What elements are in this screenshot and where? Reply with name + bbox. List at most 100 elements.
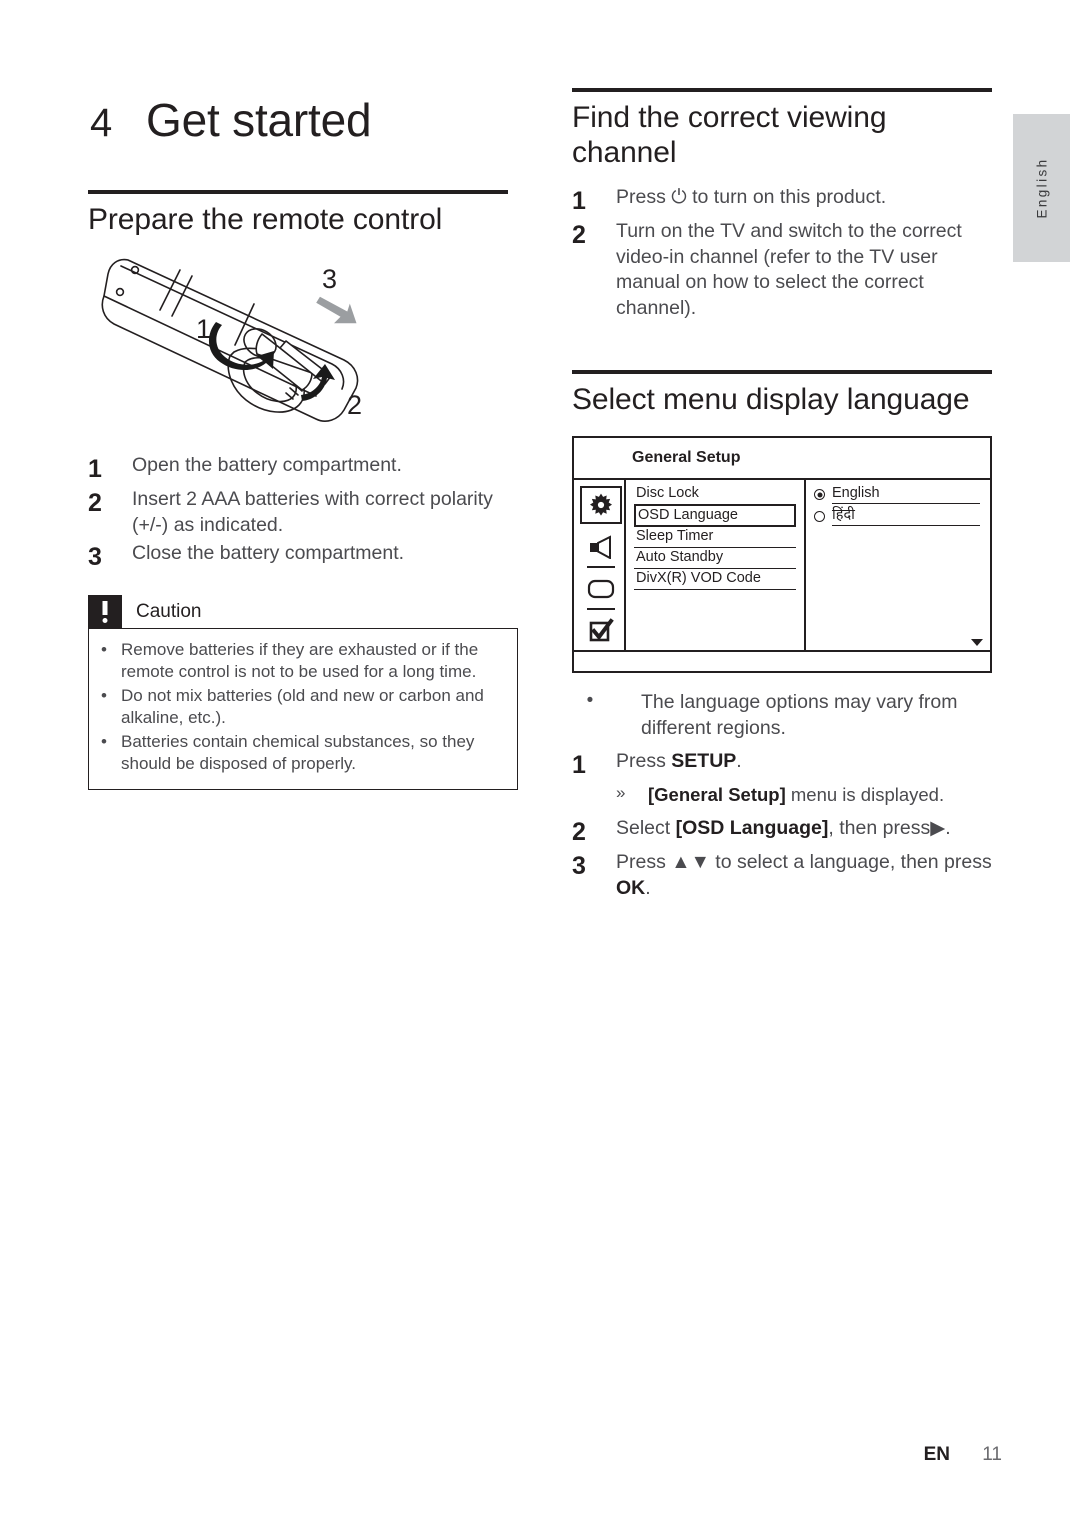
osd-menu-item-disc-lock[interactable]: Disc Lock: [634, 484, 796, 505]
osd-body: Disc Lock OSD Language Sleep Timer Auto …: [574, 480, 990, 651]
caution-list-item: • Do not mix batteries (old and new or c…: [101, 685, 505, 730]
step-text: Open the battery compartment.: [132, 454, 402, 477]
osd-option-label: English: [832, 485, 980, 505]
chevron-down-icon[interactable]: [971, 639, 983, 647]
osd-option-hindi[interactable]: हिंदी: [814, 507, 980, 527]
section-rule: [88, 190, 508, 195]
section-rule: [572, 88, 992, 92]
step-text-bold: [OSD Language]: [675, 817, 829, 840]
step-number: 1: [572, 751, 586, 780]
step-item: 2 Insert 2 AAA batteries with correct po…: [88, 487, 508, 539]
footer-page-number: 11: [982, 1444, 1002, 1465]
step-text-bold: OK: [616, 877, 646, 900]
osd-tab-audio[interactable]: [580, 528, 622, 569]
caution-list: • Remove batteries if they are exhausted…: [101, 639, 505, 776]
osd-menu-item-auto-standby[interactable]: Auto Standby: [634, 548, 796, 570]
exclamation-icon: [88, 594, 122, 629]
step-text: Select [OSD Language], then press▶.: [616, 816, 992, 842]
select-language-heading: Select menu display language: [572, 383, 970, 417]
step-text: Insert 2 AAA batteries with correct pola…: [132, 488, 493, 537]
step-number: 1: [572, 186, 586, 215]
step-number: 2: [88, 489, 102, 518]
bullet-glyph: •: [101, 731, 107, 751]
step-text: Press ▲▼ to select a language, then pres…: [616, 850, 992, 902]
osd-menu-list: Disc Lock OSD Language Sleep Timer Auto …: [626, 480, 806, 651]
chapter-number: 4: [90, 101, 113, 145]
chapter-title: Get started: [146, 94, 372, 146]
step-text-after: .: [645, 877, 651, 900]
osd-menu-screenshot: General Setup Disc Lock OSD Language Sle…: [572, 436, 992, 674]
power-icon: ⏻: [671, 185, 687, 208]
section-rule: [572, 370, 992, 375]
step-number: 2: [572, 818, 586, 847]
osd-tab-video[interactable]: [580, 570, 622, 611]
prepare-remote-heading: Prepare the remote control: [88, 203, 443, 237]
language-note-text: The language options may vary from diffe…: [641, 691, 958, 740]
step-text-after: .: [736, 750, 742, 773]
left-column: 4 Get started Prepare the remote control: [88, 94, 518, 790]
step-text-before: Press: [616, 750, 672, 773]
osd-header-title: General Setup: [574, 438, 990, 481]
language-note: • The language options may vary from dif…: [572, 689, 992, 741]
select-language-steps: 1 Press SETUP.: [572, 749, 992, 781]
page-footer: EN 11: [0, 1444, 1080, 1466]
sub-step-marker: »: [616, 783, 626, 803]
caution-title: Caution: [136, 600, 202, 622]
step-text-before: Press: [616, 185, 672, 208]
select-language-steps-2: 2 Select [OSD Language], then press▶. 3 …: [572, 816, 992, 902]
svg-text:3: 3: [322, 264, 337, 294]
language-tab: English: [1013, 114, 1070, 262]
svg-text:1: 1: [196, 314, 211, 344]
step-item: 2 Turn on the TV and switch to the corre…: [572, 219, 992, 323]
osd-tab-preference[interactable]: [580, 612, 622, 650]
caution-item-text: Batteries contain chemical substances, s…: [121, 731, 475, 774]
step-text-after: to turn on this product.: [686, 185, 887, 208]
step-text: Close the battery compartment.: [132, 541, 405, 564]
footer-language-code: EN: [923, 1444, 950, 1465]
step-text-before: Press ▲▼ to select a language, then pres…: [616, 851, 992, 874]
step-text: Turn on the TV and switch to the correct…: [616, 219, 962, 320]
chapter-heading: 4 Get started: [90, 94, 508, 146]
step-text-before: Select: [616, 817, 676, 840]
step-text: Press ⏻ to turn on this product.: [616, 185, 992, 211]
right-column: Find the correct viewing channel 1 Press…: [572, 88, 992, 904]
step-number: 3: [572, 852, 586, 881]
caution-item-text: Do not mix batteries (old and new or car…: [121, 685, 484, 728]
step-item: 3 Press ▲▼ to select a language, then pr…: [572, 850, 992, 902]
find-channel-steps: 1 Press ⏻ to turn on this product. 2 Tur…: [572, 185, 992, 323]
bullet-glyph: •: [586, 690, 594, 712]
step-text-after: , then press▶.: [828, 817, 951, 840]
osd-icon-rail: [574, 480, 626, 651]
step-text: Press SETUP.: [616, 749, 992, 775]
remote-control-illustration: 1 2 3: [94, 248, 508, 453]
step-text-bold: SETUP: [671, 750, 737, 773]
caution-list-item: • Remove batteries if they are exhausted…: [101, 639, 505, 684]
osd-menu-item-osd-language[interactable]: OSD Language: [634, 504, 796, 528]
video-screen-icon: [587, 580, 615, 599]
prepare-remote-steps: 1 Open the battery compartment. 2 Insert…: [88, 453, 508, 573]
caution-body: • Remove batteries if they are exhausted…: [88, 627, 518, 790]
language-tab-label: English: [1034, 157, 1049, 219]
osd-tab-general[interactable]: [580, 486, 622, 525]
bullet-glyph: •: [101, 639, 107, 659]
speaker-icon: [590, 535, 611, 560]
step-item: 1 Open the battery compartment.: [88, 453, 508, 485]
step-item: 3 Close the battery compartment.: [88, 541, 508, 573]
osd-menu-item-divx-vod-code[interactable]: DivX(R) VOD Code: [634, 569, 796, 591]
osd-footer-bar: [574, 650, 990, 671]
step-item: 2 Select [OSD Language], then press▶.: [572, 816, 992, 848]
gear-icon: [590, 493, 612, 516]
osd-option-english[interactable]: English: [814, 485, 980, 505]
osd-menu-item-sleep-timer[interactable]: Sleep Timer: [634, 527, 796, 549]
sub-step-after: menu is displayed.: [785, 784, 945, 806]
osd-option-label: हिंदी: [832, 507, 980, 527]
radio-unselected-icon: [814, 511, 825, 523]
caution-item-text: Remove batteries if they are exhausted o…: [121, 639, 479, 682]
sub-step-result: » [General Setup] menu is displayed.: [616, 783, 992, 807]
step-number: 1: [88, 455, 102, 484]
step-item: 1 Press SETUP.: [572, 749, 992, 781]
radio-selected-icon: [814, 489, 825, 501]
step-item: 1 Press ⏻ to turn on this product.: [572, 185, 992, 217]
caution-list-item: • Batteries contain chemical substances,…: [101, 731, 505, 776]
sub-step-bold: [General Setup]: [648, 784, 786, 806]
